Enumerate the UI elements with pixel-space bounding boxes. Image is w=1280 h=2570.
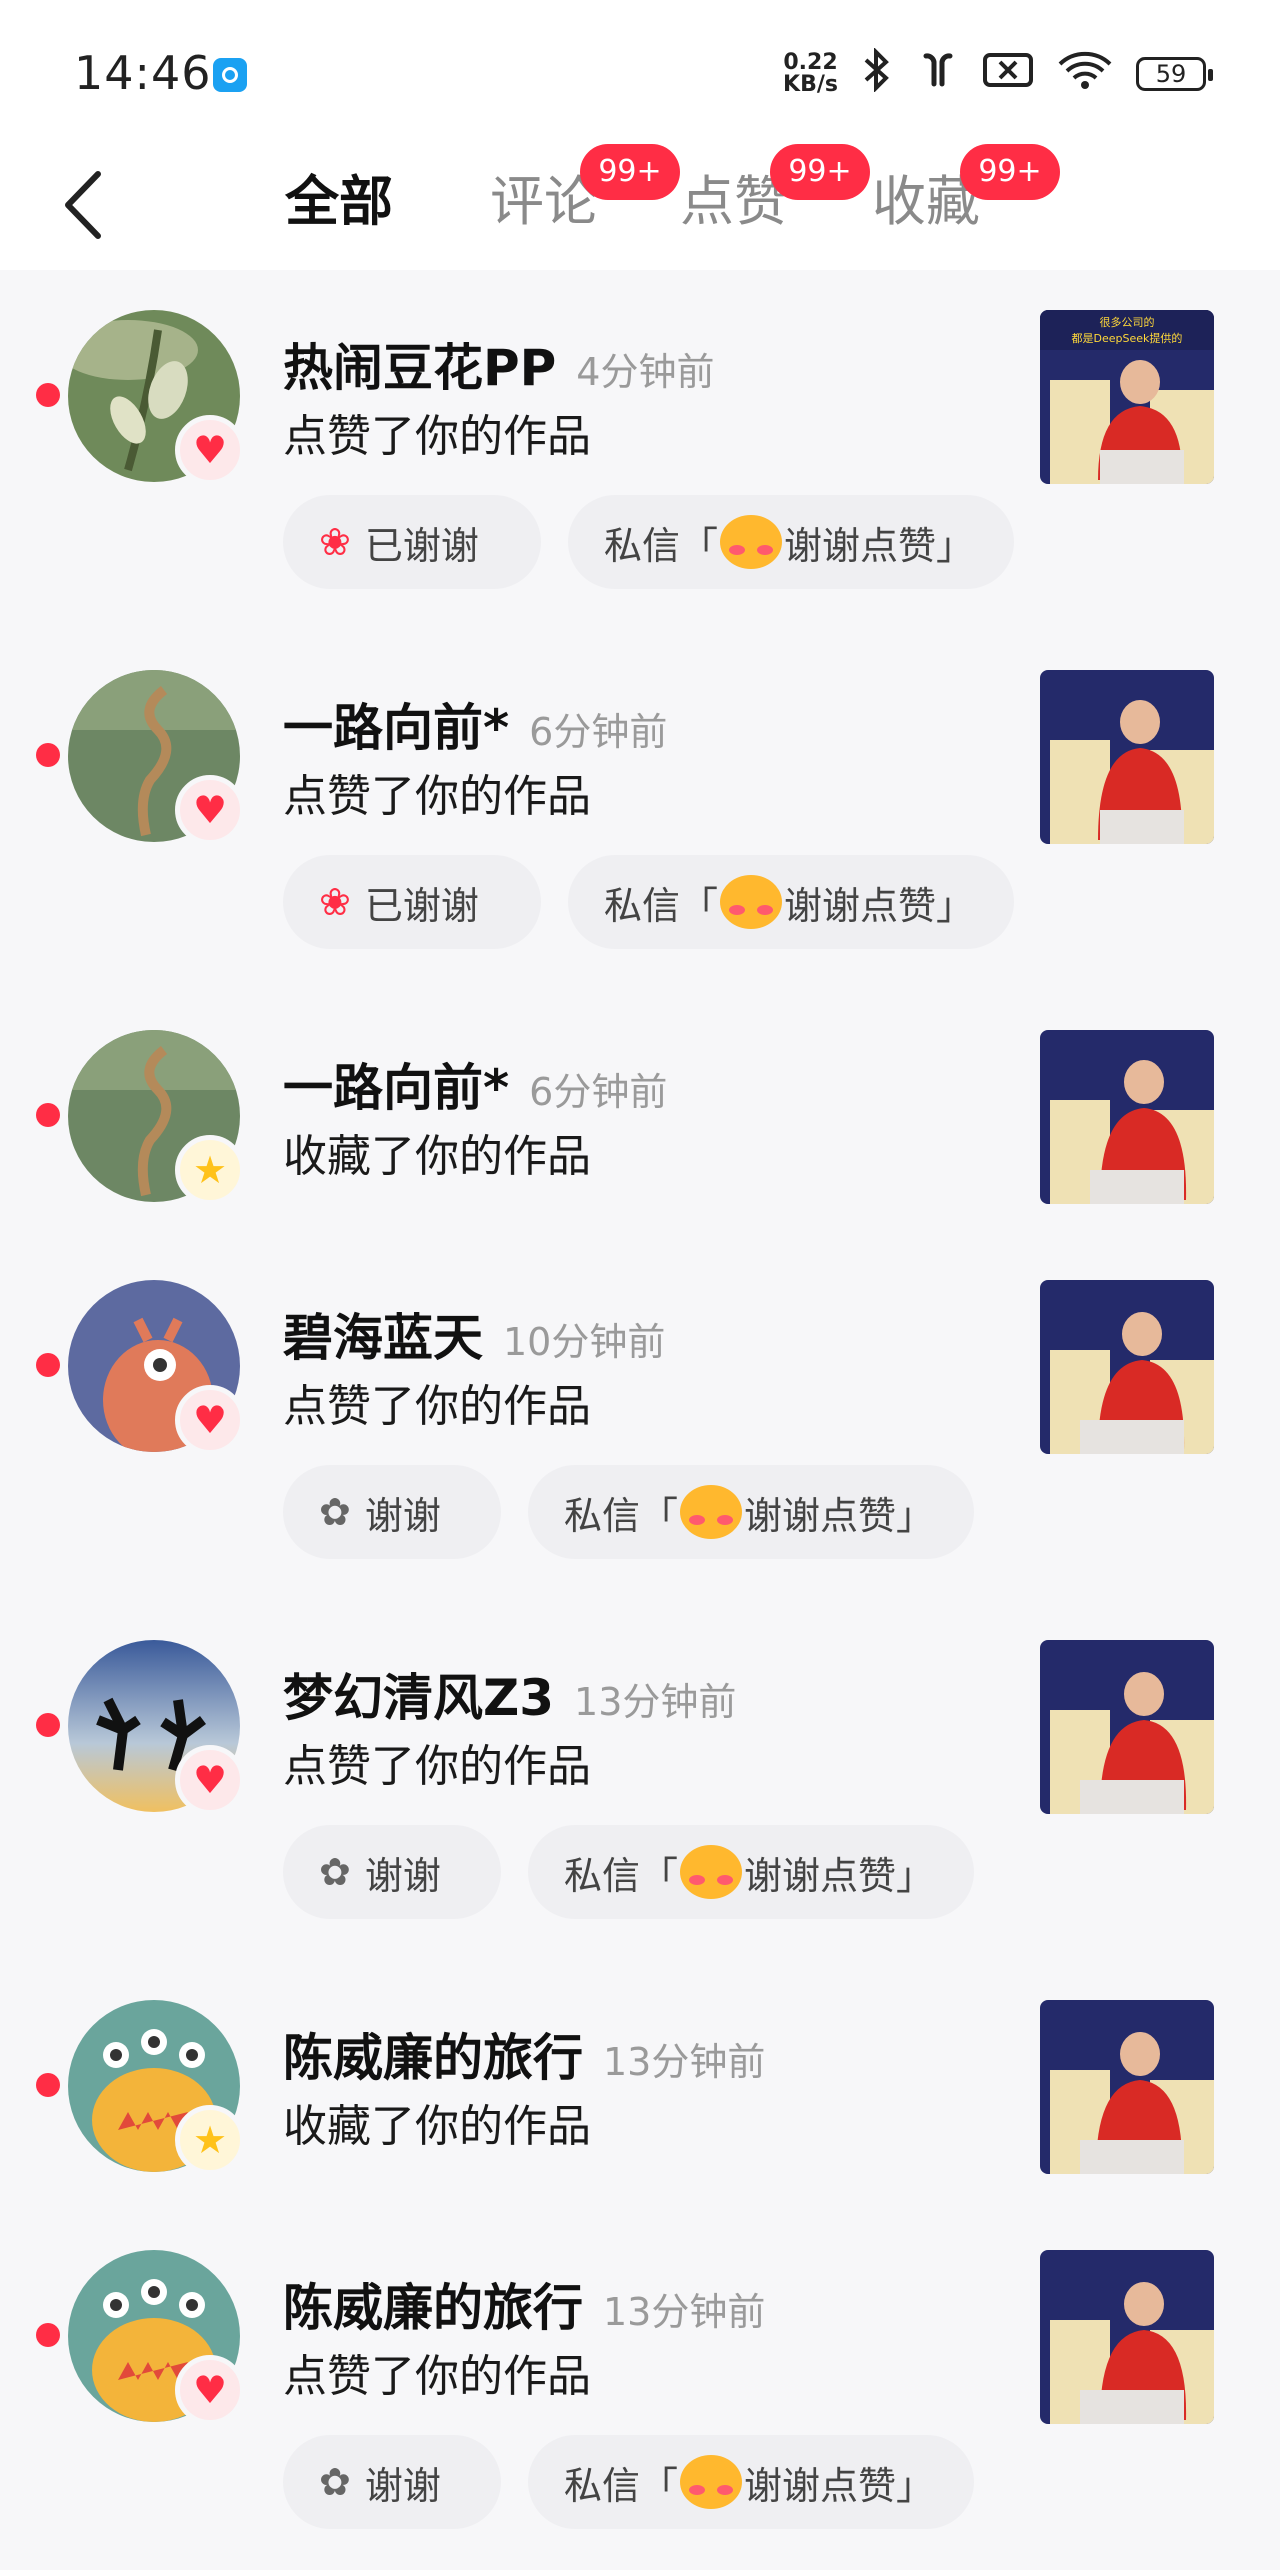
network-speed: 0.22 KB/s	[783, 49, 838, 97]
post-thumbnail[interactable]	[1040, 1640, 1214, 1814]
post-thumbnail[interactable]: 很多公司的 都是DeepSeek提供的	[1040, 310, 1214, 484]
star-icon: ★	[175, 1135, 245, 1205]
action-text: 点赞了你的作品	[283, 1741, 591, 1792]
action-text: 点赞了你的作品	[283, 411, 591, 462]
post-thumbnail[interactable]	[1040, 1280, 1214, 1454]
timestamp: 4分钟前	[576, 350, 715, 394]
status-bar: 14:46 0.22 KB/s 59	[0, 0, 1280, 150]
action-text: 点赞了你的作品	[283, 2351, 591, 2402]
unread-dot	[36, 1353, 60, 1377]
user-name[interactable]: 梦幻清风Z3 13分钟前	[283, 1658, 736, 1730]
sim-off-icon	[982, 50, 1034, 97]
user-name[interactable]: 陈威廉的旅行 13分钟前	[283, 2018, 765, 2090]
earbuds-icon	[916, 48, 960, 99]
unread-dot	[36, 1713, 60, 1737]
user-name[interactable]: 陈威廉的旅行 13分钟前	[283, 2268, 765, 2340]
action-text: 点赞了你的作品	[283, 1381, 591, 1432]
post-thumbnail[interactable]	[1040, 2000, 1214, 2174]
notification-item[interactable]: ♥ 一路向前* 6分钟前 点赞了你的作品 ❀ 已谢谢 私信「 谢谢点赞」	[0, 630, 1280, 990]
user-name[interactable]: 热闹豆花PP 4分钟前	[283, 328, 714, 400]
back-button[interactable]	[54, 160, 114, 250]
post-thumbnail[interactable]	[1040, 670, 1214, 844]
wifi-icon	[1056, 50, 1114, 97]
header: 全部 评论 99+ 点赞 99+ 收藏 99+	[0, 144, 1280, 270]
likes-badge: 99+	[770, 144, 870, 200]
blush-emoji-icon	[680, 1845, 743, 1899]
dm-thanks-button[interactable]: 私信「 谢谢点赞」	[568, 495, 1014, 589]
heart-icon: ♥	[175, 415, 245, 485]
flower-icon: ❀	[319, 520, 351, 564]
blush-emoji-icon	[680, 1485, 743, 1539]
dm-thanks-button[interactable]: 私信「 谢谢点赞」	[568, 855, 1014, 949]
timestamp: 13分钟前	[603, 2290, 766, 2334]
unread-dot	[36, 743, 60, 767]
unread-dot	[36, 1103, 60, 1127]
blush-emoji-icon	[720, 875, 783, 929]
post-thumbnail[interactable]	[1040, 2250, 1214, 2424]
unread-dot	[36, 2323, 60, 2347]
notification-item[interactable]: ♥ 碧海蓝天 10分钟前 点赞了你的作品 ✿ 谢谢 私信「 谢谢点赞」	[0, 1240, 1280, 1600]
comments-badge: 99+	[580, 144, 680, 200]
timestamp: 10分钟前	[503, 1320, 666, 1364]
notification-item[interactable]: ♥ 热闹豆花PP 4分钟前 点赞了你的作品 ❀ 已谢谢 私信「 谢谢点赞」 很多公司的…	[0, 270, 1280, 630]
thanked-button[interactable]: ❀ 已谢谢	[283, 855, 541, 949]
action-text: 点赞了你的作品	[283, 771, 591, 822]
star-icon: ★	[175, 2105, 245, 2175]
dm-thanks-button[interactable]: 私信「 谢谢点赞」	[528, 2435, 974, 2529]
status-time: 14:46	[74, 46, 212, 100]
dm-thanks-button[interactable]: 私信「 谢谢点赞」	[528, 1825, 974, 1919]
thank-button[interactable]: ✿ 谢谢	[283, 1465, 501, 1559]
notification-item[interactable]: ★ 陈威廉的旅行 13分钟前 收藏了你的作品	[0, 1960, 1280, 2210]
flower-outline-icon: ✿	[319, 2460, 351, 2504]
notification-item[interactable]: ♥ 陈威廉的旅行 13分钟前 点赞了你的作品 ✿ 谢谢 私信「 谢谢点赞」	[0, 2210, 1280, 2570]
thanked-button[interactable]: ❀ 已谢谢	[283, 495, 541, 589]
favorites-badge: 99+	[960, 144, 1060, 200]
flower-outline-icon: ✿	[319, 1490, 351, 1534]
battery-icon: 59	[1136, 56, 1213, 91]
blush-emoji-icon	[680, 2455, 743, 2509]
notification-item[interactable]: ★ 一路向前* 6分钟前 收藏了你的作品	[0, 990, 1280, 1240]
thank-button[interactable]: ✿ 谢谢	[283, 2435, 501, 2529]
post-thumbnail[interactable]	[1040, 1030, 1214, 1204]
thank-button[interactable]: ✿ 谢谢	[283, 1825, 501, 1919]
svg-text:都是DeepSeek提供的: 都是DeepSeek提供的	[1072, 331, 1183, 345]
flower-icon: ❀	[319, 880, 351, 924]
unread-dot	[36, 2073, 60, 2097]
action-text: 收藏了你的作品	[283, 1131, 591, 1182]
timestamp: 6分钟前	[529, 1070, 668, 1114]
status-icons: 0.22 KB/s 59	[783, 47, 1213, 99]
svg-text:很多公司的: 很多公司的	[1100, 315, 1155, 329]
heart-icon: ♥	[175, 1745, 245, 1815]
flower-outline-icon: ✿	[319, 1850, 351, 1894]
user-name[interactable]: 碧海蓝天 10分钟前	[283, 1298, 665, 1370]
heart-icon: ♥	[175, 775, 245, 845]
timestamp: 13分钟前	[574, 1680, 737, 1724]
user-name[interactable]: 一路向前* 6分钟前	[283, 688, 667, 760]
unread-dot	[36, 383, 60, 407]
blush-emoji-icon	[720, 515, 783, 569]
timestamp: 13分钟前	[603, 2040, 766, 2084]
app-notification-icon	[213, 58, 247, 92]
tab-all[interactable]: 全部	[285, 162, 393, 242]
chevron-left-icon	[65, 171, 101, 239]
notification-item[interactable]: ♥ 梦幻清风Z3 13分钟前 点赞了你的作品 ✿ 谢谢 私信「 谢谢点赞」	[0, 1600, 1280, 1960]
dm-thanks-button[interactable]: 私信「 谢谢点赞」	[528, 1465, 974, 1559]
heart-icon: ♥	[175, 1385, 245, 1455]
user-name[interactable]: 一路向前* 6分钟前	[283, 1048, 667, 1120]
timestamp: 6分钟前	[529, 710, 668, 754]
action-text: 收藏了你的作品	[283, 2101, 591, 2152]
bluetooth-icon	[860, 47, 894, 99]
heart-icon: ♥	[175, 2355, 245, 2425]
